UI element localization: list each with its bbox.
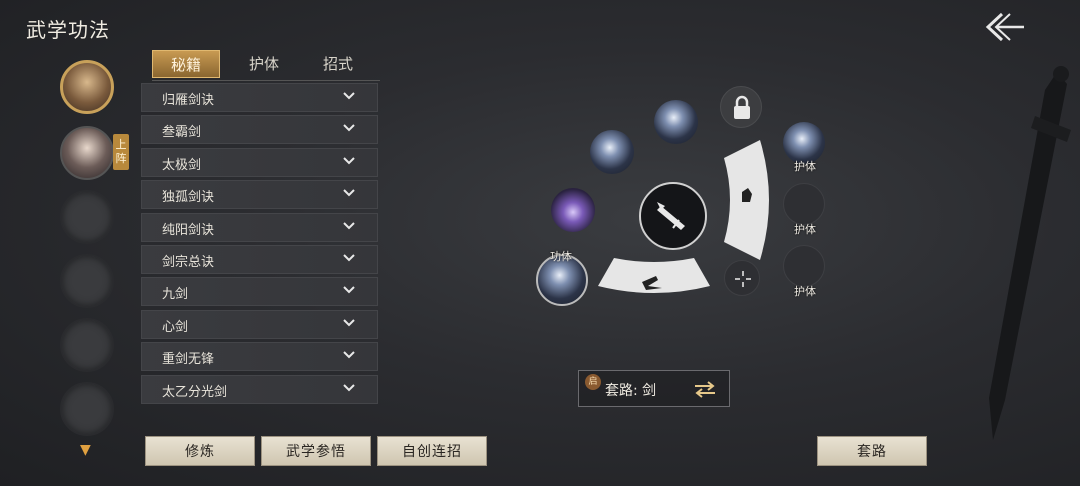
huti-orb-empty[interactable] (783, 183, 825, 225)
skill-name: 太乙分光剑 (162, 384, 228, 400)
on-formation-badge: 上阵 (113, 134, 129, 170)
list-item[interactable]: 剑宗总诀 (141, 244, 378, 274)
tab-secret-manual[interactable]: 秘籍 (152, 50, 220, 78)
comprehend-button[interactable]: 武学参悟 (261, 436, 371, 466)
chevron-down-icon (343, 92, 355, 100)
skill-name: 心剑 (162, 319, 189, 335)
sword-icon (657, 202, 685, 230)
chevron-down-icon (343, 286, 355, 294)
list-item[interactable]: 九剑 (141, 277, 378, 307)
skill-list: 归雁剑诀 叁霸剑 太极剑 独孤剑诀 纯阳剑诀 剑宗总诀 九剑 心剑 重剑无锋 太… (141, 83, 378, 407)
gongti-label: 功体 (550, 250, 572, 263)
chevron-down-icon (343, 254, 355, 262)
chevron-down-icon (343, 189, 355, 197)
route-selector[interactable]: 启 套路: 剑 (578, 370, 730, 407)
routine-button[interactable]: 套路 (817, 436, 927, 466)
arc-slot-bottom[interactable] (598, 258, 710, 304)
tab-moves[interactable]: 招式 (304, 50, 372, 78)
sword-decoration (989, 66, 1071, 440)
locked-slot[interactable] (720, 86, 762, 128)
chevron-down-icon (343, 383, 355, 391)
chevron-down-icon (343, 157, 355, 165)
tab-bar: 秘籍 护体 招式 (152, 50, 380, 81)
focus-skill-orb[interactable] (724, 260, 760, 296)
huti-orb-empty[interactable] (783, 245, 825, 287)
skill-name: 叁霸剑 (162, 125, 202, 141)
center-skill-orb[interactable] (639, 182, 707, 250)
skill-orb[interactable] (551, 188, 595, 232)
page-title: 武学功法 (26, 18, 110, 42)
arc-slot-right[interactable] (722, 140, 772, 260)
skill-name: 独孤剑诀 (162, 190, 215, 206)
huti-label: 护体 (794, 160, 816, 173)
cultivate-button[interactable]: 修炼 (145, 436, 255, 466)
skill-name: 归雁剑诀 (162, 93, 215, 108)
avatar-slot-empty[interactable] (60, 190, 114, 244)
skill-orb[interactable] (654, 100, 698, 144)
avatar-slot-empty[interactable] (60, 382, 114, 436)
skill-orb[interactable] (590, 130, 634, 174)
huti-label: 护体 (794, 223, 816, 236)
list-item[interactable]: 独孤剑诀 (141, 180, 378, 210)
avatar-character-1[interactable] (60, 60, 114, 114)
skill-name: 剑宗总诀 (162, 254, 215, 270)
scroll-down-icon[interactable]: ▼ (80, 442, 91, 458)
list-item[interactable]: 叁霸剑 (141, 115, 378, 145)
list-item[interactable]: 心剑 (141, 309, 378, 339)
skill-name: 九剑 (162, 287, 189, 303)
chevron-down-icon (343, 319, 355, 327)
chevron-down-icon (343, 351, 355, 359)
huti-label: 护体 (794, 285, 816, 298)
skill-name: 纯阳剑诀 (162, 222, 215, 238)
skill-name: 重剑无锋 (162, 352, 215, 368)
lock-icon (734, 95, 750, 119)
list-item[interactable]: 归雁剑诀 (141, 83, 378, 112)
list-item[interactable]: 重剑无锋 (141, 342, 378, 372)
swap-icon[interactable] (693, 380, 717, 398)
skill-name: 太极剑 (162, 157, 202, 173)
avatar-character-2[interactable] (60, 126, 114, 180)
chevron-down-icon (343, 124, 355, 132)
crosshair-icon (735, 271, 751, 287)
list-item[interactable]: 太乙分光剑 (141, 374, 378, 404)
avatar-slot-empty[interactable] (60, 318, 114, 372)
tab-protection[interactable]: 护体 (230, 50, 298, 78)
list-item[interactable]: 太极剑 (141, 147, 378, 177)
back-arrow-icon[interactable] (982, 10, 1026, 44)
chevron-down-icon (343, 221, 355, 229)
avatar-slot-empty[interactable] (60, 254, 114, 308)
route-text: 套路: 剑 (605, 383, 657, 399)
list-item[interactable]: 纯阳剑诀 (141, 212, 378, 242)
custom-combo-button[interactable]: 自创连招 (377, 436, 487, 466)
route-badge: 启 (585, 374, 601, 390)
